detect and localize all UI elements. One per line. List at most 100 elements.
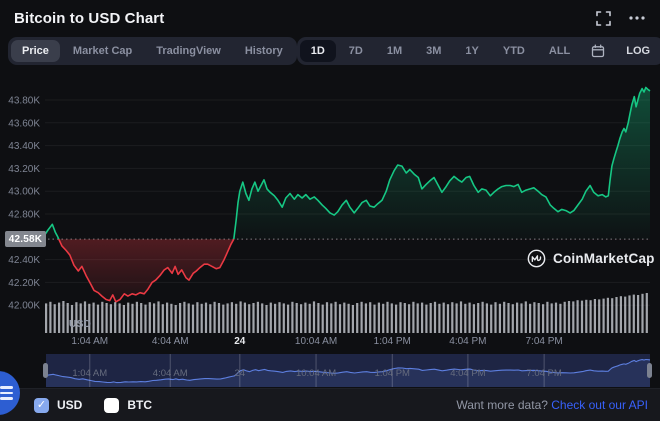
btc-usd-chart-widget: Bitcoin to USD Chart PriceMarket CapTrad… [0,0,660,421]
volume-bar [183,302,185,333]
volume-bar [192,305,194,333]
btc-label: BTC [127,398,152,412]
volume-bar [628,295,630,333]
coinmarketcap-logo-icon [527,249,546,268]
volume-bar [624,297,626,333]
volume-bar [594,299,596,333]
volume-bar [395,305,397,333]
volume-bar [438,304,440,333]
volume-bar [581,301,583,333]
volume-bar [460,301,462,333]
volume-bar [425,305,427,333]
y-axis-tick: 43.60K [8,118,40,129]
volume-bar [261,303,263,333]
volume-bar [283,303,285,333]
y-axis-tick: 42.40K [8,255,40,266]
volume-bar [412,302,414,333]
volume-bar [447,304,449,333]
volume-bar [287,305,289,333]
volume-bar [45,303,47,333]
volume-bar [149,302,151,333]
volume-bar [296,303,298,333]
volume-bar [356,303,358,333]
volume-bar [507,303,509,333]
volume-bar [205,303,207,333]
volume-bar [136,302,138,333]
volume-bar [209,304,211,333]
chart-navigator[interactable]: 1:04 AM4:04 AM2410:04 AM1:04 PM4:04 PM7:… [0,352,660,388]
volume-bar [469,303,471,333]
volume-bar [620,296,622,333]
volume-bar [533,302,535,333]
volume-bar [322,305,324,333]
volume-bar [58,303,60,333]
volume-bar [538,303,540,333]
volume-bar [477,303,479,333]
y-axis-tick: 43.00K [8,187,40,198]
volume-bar [140,303,142,333]
y-axis-tick: 42.00K [8,301,40,312]
navigator-handle-right[interactable] [647,363,652,378]
y-axis-tick: 43.40K [8,141,40,152]
volume-bar [265,305,267,333]
navigator-tick-label: 24 [235,368,246,379]
volume-bar [278,302,280,333]
volume-bar [101,302,103,333]
volume-bar [257,302,259,333]
api-link[interactable]: Check out our API [551,398,648,412]
volume-bar [494,302,496,333]
volume-bar [365,303,367,333]
volume-bar [309,304,311,333]
volume-bar [585,300,587,333]
x-axis-tick: 7:04 PM [526,336,563,347]
volume-bar [590,300,592,333]
volume-bar [408,304,410,333]
volume-bar [404,303,406,333]
volume-bar [555,303,557,333]
navigator-handle-left[interactable] [43,363,48,378]
x-axis-tick: 10:04 AM [295,336,337,347]
volume-bar [503,302,505,333]
volume-bar [166,303,168,333]
navigator-tick-label: 4:04 PM [450,368,485,379]
volume-bar [144,305,146,333]
price-chart[interactable]: 43.80K43.60K43.40K43.20K43.00K42.80K42.4… [0,0,660,352]
y-axis-tick: 43.20K [8,164,40,175]
volume-bar [119,303,121,333]
volume-bar [106,303,108,333]
volume-bar [131,304,133,333]
volume-bar [456,303,458,333]
btc-checkbox-unchecked[interactable] [104,398,119,413]
navigator-tick-label: 7:04 PM [526,368,561,379]
navigator-tick-label: 4:04 AM [153,368,188,379]
volume-bar [222,305,224,333]
volume-bar [244,303,246,333]
area-fill-down [45,88,650,302]
volume-bar [252,303,254,333]
usd-toggle[interactable]: ✓ USD [34,398,82,413]
volume-bar [352,305,354,333]
usd-checkbox-checked[interactable]: ✓ [34,398,49,413]
volume-bar [54,304,56,333]
volume-bar [490,305,492,333]
volume-bar [572,301,574,333]
volume-bar [326,302,328,333]
volume-bar [386,302,388,333]
y-axis-tick: 43.80K [8,96,40,107]
volume-bar [235,304,237,333]
volume-bar [93,303,95,333]
volume-bar [542,304,544,333]
x-axis-tick: 1:04 AM [71,336,108,347]
volume-bar [175,305,177,333]
volume-bar [559,304,561,333]
x-axis-tick: 4:04 PM [449,336,486,347]
more-data-text: Want more data? [456,398,548,412]
volume-bar [348,304,350,333]
volume-bar [607,298,609,333]
volume-bar [188,303,190,333]
volume-bar [598,299,600,333]
volume-bar [417,303,419,333]
volume-bar [473,304,475,333]
btc-toggle[interactable]: BTC [104,398,152,413]
volume-bar [564,302,566,333]
